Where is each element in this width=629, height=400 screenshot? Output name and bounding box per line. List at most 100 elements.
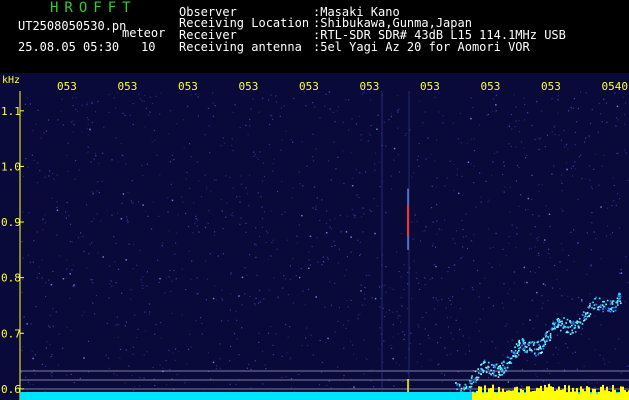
noise-dot <box>378 286 381 288</box>
noise-dot <box>374 169 376 171</box>
trace-dot <box>515 354 517 357</box>
noise-dot <box>281 213 283 216</box>
noise-dot <box>460 142 462 144</box>
noise-dot <box>82 235 84 237</box>
trace-dot <box>509 361 511 363</box>
noise-dot <box>231 138 233 140</box>
trace-dot <box>557 317 560 320</box>
noise-dot <box>65 211 67 213</box>
noise-dot <box>561 190 563 192</box>
trace-dot <box>491 372 494 375</box>
noise-spark <box>620 272 623 274</box>
noise-spark <box>69 273 71 275</box>
trace-dot <box>521 344 523 347</box>
trace-dot <box>456 388 458 390</box>
noise-dot <box>33 240 35 242</box>
noise-dot <box>364 298 366 300</box>
noise-dot <box>441 229 443 231</box>
noise-dot <box>373 198 375 200</box>
trace-dot <box>560 324 562 327</box>
trace-dot <box>526 351 528 354</box>
noise-dot <box>568 254 570 256</box>
noise-dot <box>52 307 54 309</box>
noise-dot <box>446 177 448 179</box>
noise-dot <box>176 232 178 234</box>
noise-dot <box>25 158 27 160</box>
trace-dot <box>495 363 498 366</box>
noise-dot <box>87 119 89 121</box>
noise-dot <box>319 340 321 342</box>
trace-dot <box>497 376 500 378</box>
trace-dot <box>561 322 563 325</box>
noise-dot <box>561 174 563 176</box>
noise-dot <box>534 138 536 141</box>
noise-dot <box>120 142 122 145</box>
noise-dot <box>591 212 593 214</box>
noise-dot <box>593 231 595 233</box>
noise-dot <box>49 314 51 316</box>
noise-dot <box>69 297 71 299</box>
noise-dot <box>30 323 32 325</box>
noise-dot <box>549 372 551 375</box>
noise-spark <box>73 284 75 286</box>
noise-dot <box>207 107 210 109</box>
noise-dot <box>503 165 505 167</box>
noise-dot <box>25 376 27 378</box>
noise-dot <box>363 213 365 215</box>
noise-dot <box>499 264 501 266</box>
noise-dot <box>495 347 497 349</box>
noise-dot <box>285 323 287 326</box>
noise-dot <box>523 147 525 149</box>
baseline-bar <box>608 391 610 400</box>
noise-dot <box>346 256 348 258</box>
noise-dot <box>176 123 178 125</box>
noise-dot <box>272 354 275 356</box>
noise-dot <box>425 158 427 160</box>
noise-dot <box>479 318 481 320</box>
noise-dot <box>624 123 626 125</box>
noise-dot <box>93 218 95 220</box>
baseline-bar <box>506 390 508 400</box>
trace-dot <box>594 298 596 300</box>
noise-dot <box>285 376 287 378</box>
noise-dot <box>331 245 333 247</box>
noise-dot <box>232 187 234 189</box>
noise-dot <box>398 315 400 317</box>
noise-dot <box>127 221 129 223</box>
noise-dot <box>557 348 560 350</box>
noise-dot <box>504 325 507 327</box>
noise-dot <box>495 94 497 96</box>
noise-dot <box>222 137 224 139</box>
noise-dot <box>44 222 47 224</box>
trace-dot <box>582 311 585 313</box>
noise-dot <box>40 137 42 139</box>
noise-dot <box>600 324 602 326</box>
noise-spark <box>435 265 437 268</box>
trace-dot <box>612 310 615 313</box>
noise-dot <box>588 338 590 340</box>
noise-dot <box>620 372 622 374</box>
noise-dot <box>253 151 255 153</box>
noise-dot <box>321 361 323 363</box>
noise-dot <box>304 304 306 306</box>
baseline-bar <box>622 386 624 400</box>
noise-dot <box>549 257 551 259</box>
noise-dot <box>312 354 314 356</box>
noise-dot <box>540 137 542 139</box>
noise-dot <box>544 284 546 286</box>
noise-dot <box>581 328 584 330</box>
noise-dot <box>537 137 539 139</box>
noise-dot <box>442 115 444 117</box>
noise-dot <box>362 207 364 209</box>
freq-tick-3: 0.8 <box>1 272 21 285</box>
noise-dot <box>145 210 147 212</box>
noise-dot <box>538 266 540 268</box>
trace-dot <box>460 387 463 390</box>
trace-dot <box>599 304 602 306</box>
trace-dot <box>594 307 596 309</box>
noise-dot <box>254 153 256 156</box>
noise-dot <box>358 115 360 117</box>
noise-dot <box>31 350 33 352</box>
noise-dot <box>185 289 187 291</box>
noise-dot <box>324 306 326 308</box>
